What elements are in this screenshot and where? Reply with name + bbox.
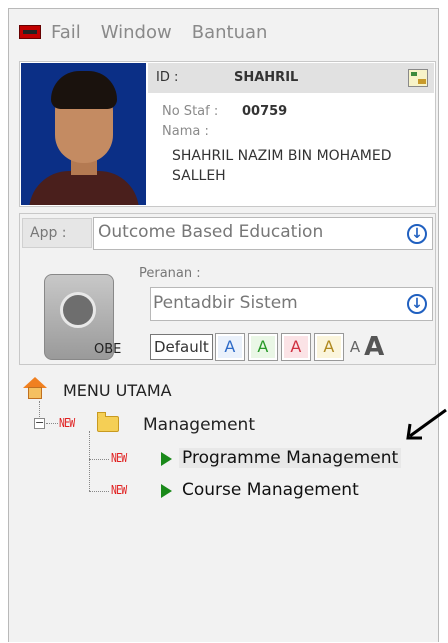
role-select[interactable]: Pentadbir Sistem ↓ [150, 287, 433, 321]
menu-tree: MENU UTAMA − NEW Management NEW Programm… [19, 371, 436, 643]
menu-bar: Fail Window Bantuan [9, 9, 438, 55]
staff-number-label: No Staf : [162, 104, 219, 119]
new-badge: NEW [111, 451, 127, 465]
name-value: SHAHRIL NAZIM BIN MOHAMED SALLEH [172, 148, 392, 184]
play-icon [161, 484, 172, 498]
obe-app-icon: OBE [42, 274, 136, 362]
font-size-small-button[interactable]: A [350, 338, 360, 356]
user-photo [21, 63, 146, 205]
new-badge: NEW [59, 416, 75, 430]
obe-label: OBE [94, 342, 122, 357]
theme-yellow-button[interactable]: A [313, 333, 344, 361]
role-label: Peranan : [139, 266, 201, 281]
app-label: App : [22, 218, 92, 248]
home-icon [23, 377, 47, 399]
user-profile-panel: ID : SHAHRIL No Staf : 00759 Nama : SHAH… [19, 61, 436, 207]
folder-icon [97, 412, 119, 432]
menu-window[interactable]: Window [101, 22, 172, 43]
globe-icon [60, 292, 96, 328]
theme-red-button[interactable]: A [280, 333, 311, 361]
tree-item-course-management[interactable]: Course Management [179, 480, 362, 500]
id-label: ID : [156, 70, 179, 85]
new-badge: NEW [111, 483, 127, 497]
id-value: SHAHRIL [234, 70, 299, 85]
app-select[interactable]: Outcome Based Education ↓ [93, 217, 433, 250]
role-select-value: Pentadbir Sistem [153, 293, 298, 313]
tree-folder-management[interactable]: Management [143, 415, 255, 435]
play-icon [161, 452, 172, 466]
id-bar: ID : SHAHRIL [148, 63, 434, 93]
theme-green-button[interactable]: A [247, 333, 278, 361]
theme-font-controls: Default A A A A A A [150, 332, 384, 362]
menu-fail[interactable]: Fail [51, 22, 81, 43]
application-window: Fail Window Bantuan ID : SHAHRIL No Staf… [8, 8, 439, 642]
pointer-arrow-icon [406, 408, 447, 440]
collapse-icon[interactable]: − [34, 417, 45, 429]
name-label: Nama : [162, 124, 209, 139]
menu-bantuan[interactable]: Bantuan [192, 22, 268, 43]
chevron-down-icon[interactable]: ↓ [407, 224, 427, 244]
application-panel: App : Outcome Based Education ↓ OBE Pera… [19, 213, 436, 365]
staff-number-value: 00759 [242, 104, 288, 119]
app-logo-icon[interactable] [19, 25, 41, 39]
org-tree-icon[interactable] [408, 69, 428, 87]
tree-item-programme-management[interactable]: Programme Management [179, 448, 402, 468]
font-size-large-button[interactable]: A [364, 332, 384, 362]
default-theme-button[interactable]: Default [150, 334, 213, 360]
tree-root-label[interactable]: MENU UTAMA [63, 381, 172, 400]
theme-blue-button[interactable]: A [214, 333, 245, 361]
chevron-down-icon[interactable]: ↓ [407, 294, 427, 314]
app-select-value: Outcome Based Education [98, 222, 324, 242]
